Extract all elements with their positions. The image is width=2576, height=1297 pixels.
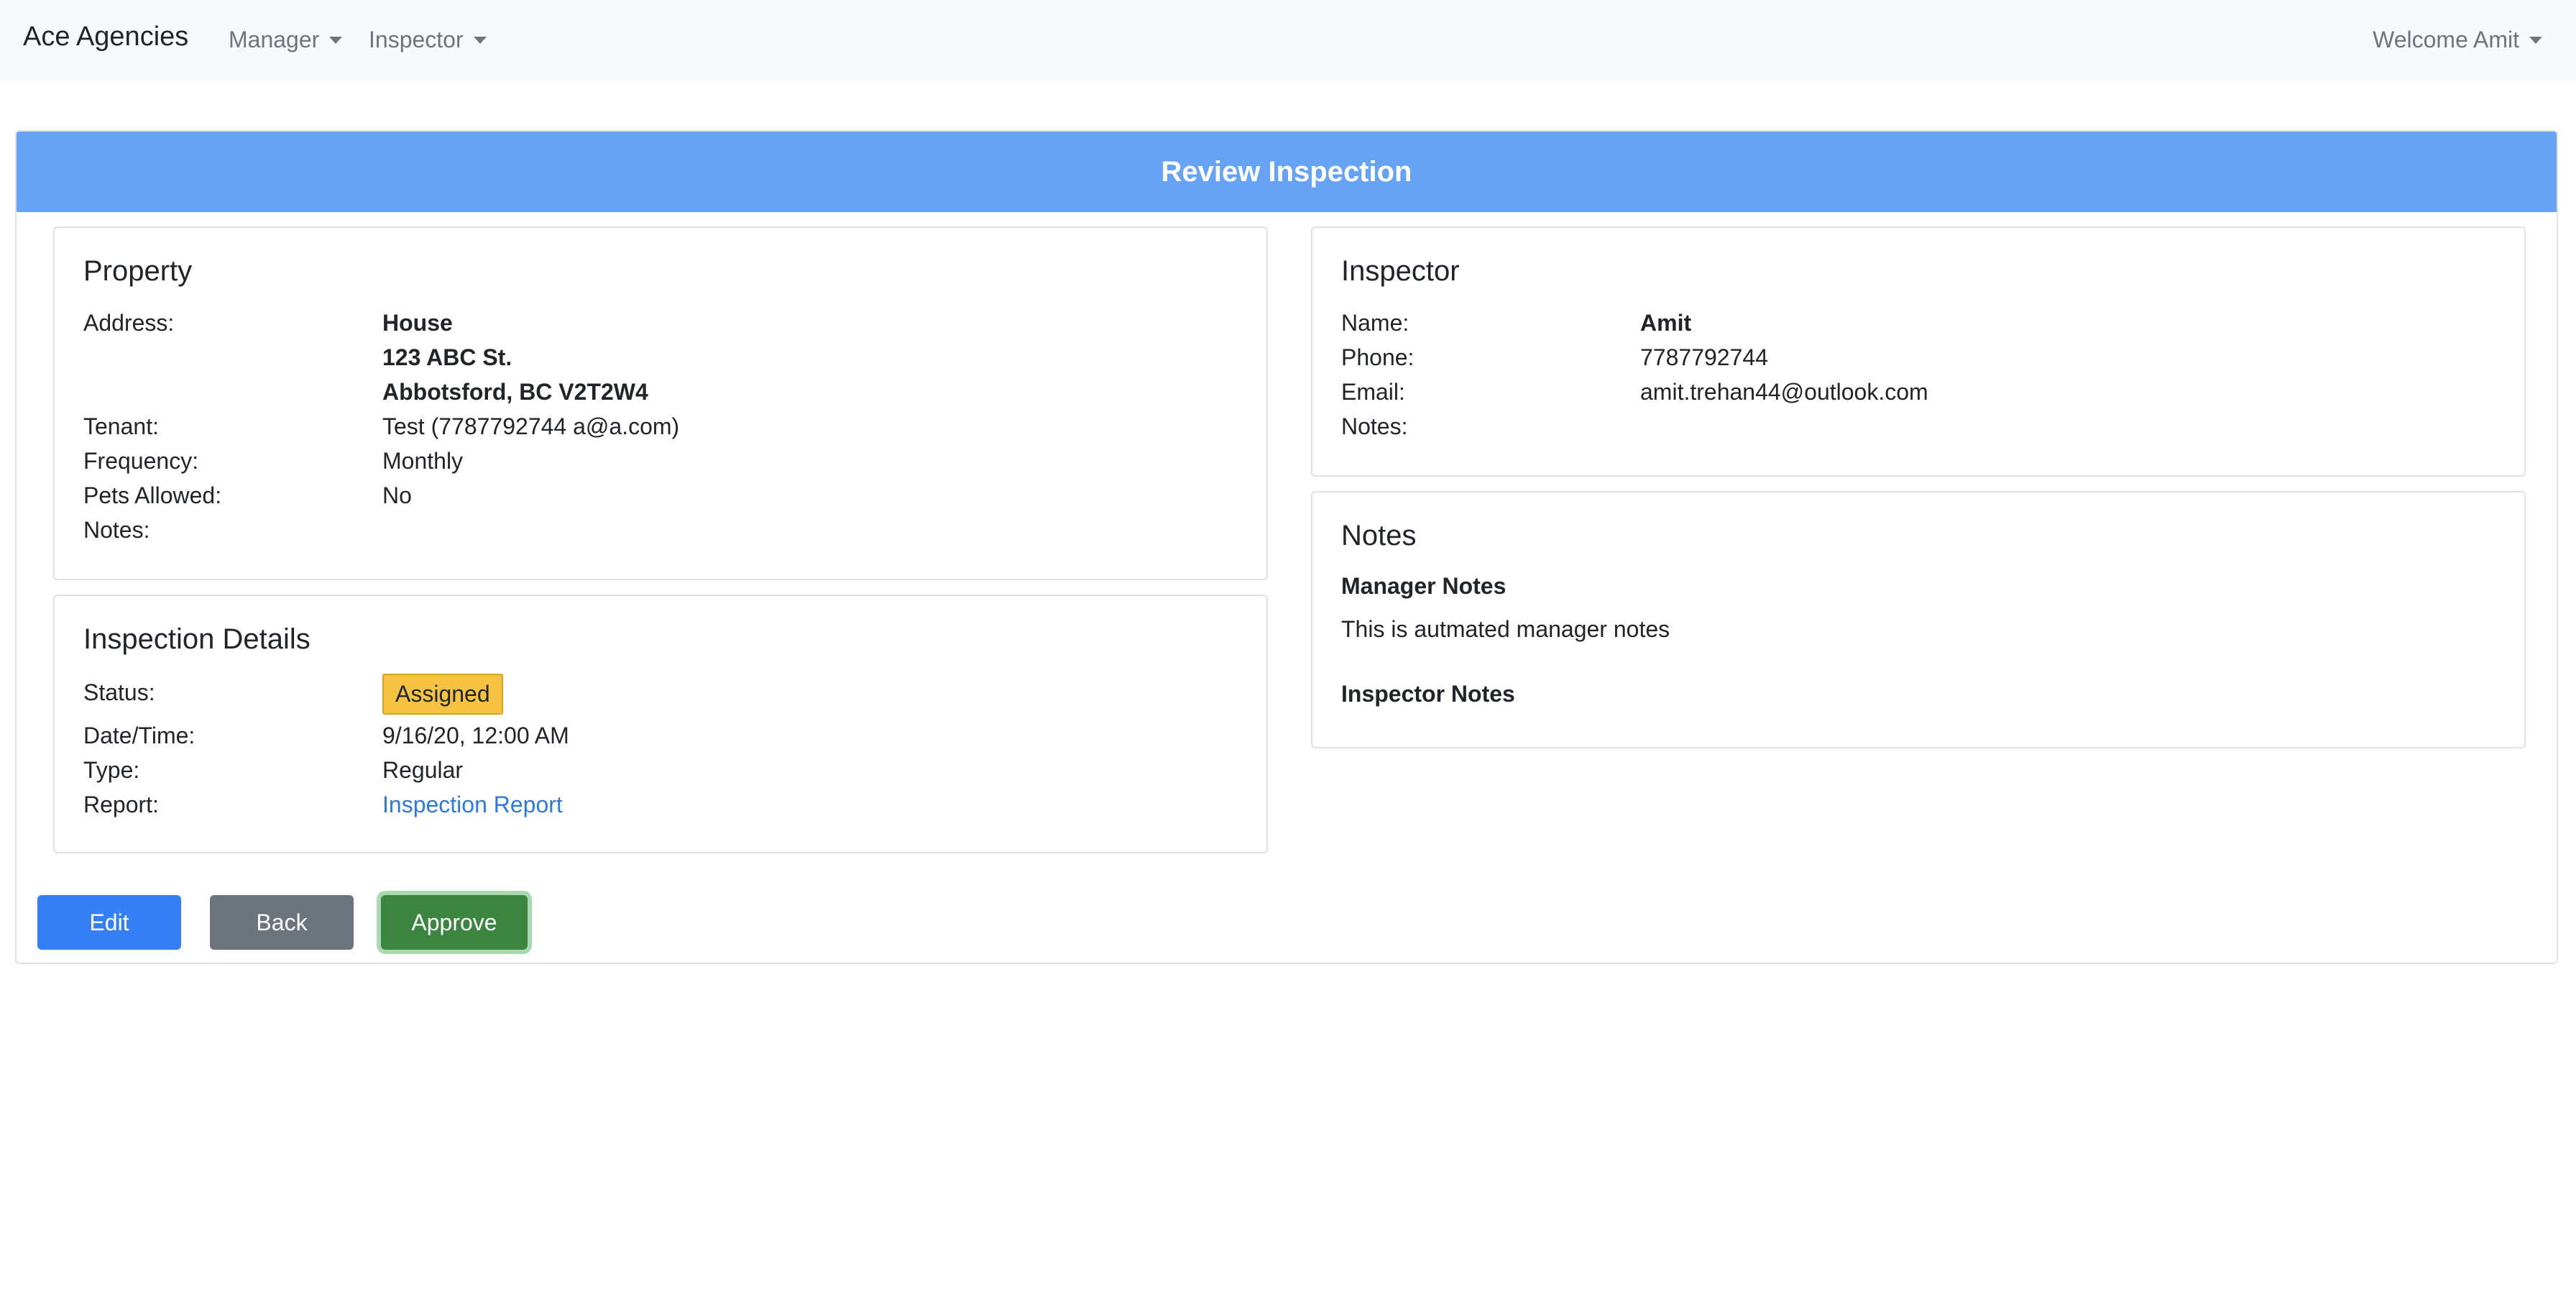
frequency-label: Frequency: — [83, 448, 199, 474]
tenant-label: Tenant: — [83, 413, 159, 439]
user-menu-dropdown[interactable]: Welcome Amit — [2373, 27, 2542, 53]
property-title: Property — [83, 255, 193, 287]
inspection-details-title: Inspection Details — [83, 623, 310, 655]
edit-button[interactable]: Edit — [37, 895, 181, 950]
type-value: Regular — [382, 757, 464, 783]
status-label: Status: — [83, 679, 155, 705]
approve-button[interactable]: Approve — [381, 895, 528, 950]
pets-label: Pets Allowed: — [83, 482, 222, 508]
address-line1: House — [382, 310, 453, 336]
pets-value: No — [382, 482, 412, 508]
nav-inspector-dropdown[interactable]: Inspector — [369, 27, 487, 53]
user-menu-label: Welcome Amit — [2373, 27, 2519, 52]
notes-card: Notes Manager Notes This is autmated man… — [1311, 491, 2526, 748]
inspector-phone-label: Phone: — [1341, 344, 1414, 370]
inspector-title: Inspector — [1341, 255, 1460, 287]
inspection-details-card: Inspection Details Status: Assigned Date… — [53, 595, 1268, 853]
nav-manager-label: Manager — [229, 27, 320, 52]
status-badge: Assigned — [382, 674, 503, 715]
navbar: Ace Agencies Manager Inspector Welcome A… — [0, 0, 2576, 81]
brand-link[interactable]: Ace Agencies — [23, 22, 188, 52]
inspection-report-link[interactable]: Inspection Report — [382, 792, 563, 818]
report-label: Report: — [83, 792, 159, 817]
property-card: Property Address: House 123 ABC St. Abbo… — [53, 226, 1268, 580]
frequency-value: Monthly — [382, 448, 464, 474]
notes-title: Notes — [1341, 520, 1417, 551]
manager-notes-heading: Manager Notes — [1341, 573, 1506, 599]
review-inspection-card: Review Inspection Property Address: Hous… — [15, 130, 2558, 964]
inspector-card: Inspector Name: Amit Phone: 7787792744 E… — [1311, 226, 2526, 477]
property-notes-label: Notes: — [83, 517, 150, 543]
inspector-name-value: Amit — [1640, 310, 1692, 336]
caret-down-icon — [2529, 36, 2542, 44]
datetime-label: Date/Time: — [83, 723, 196, 748]
inspector-notes-heading: Inspector Notes — [1341, 681, 1515, 707]
inspector-phone-value: 7787792744 — [1640, 344, 1768, 370]
address-line2: 123 ABC St. — [382, 344, 512, 370]
datetime-value: 9/16/20, 12:00 AM — [382, 723, 569, 748]
manager-notes-text: This is autmated manager notes — [1341, 616, 1670, 642]
back-button[interactable]: Back — [210, 895, 354, 950]
tenant-value: Test (7787792744 a@a.com) — [382, 413, 680, 439]
address-line3: Abbotsford, BC V2T2W4 — [382, 379, 648, 405]
nav-inspector-label: Inspector — [369, 27, 464, 52]
inspector-email-value: amit.trehan44@outlook.com — [1640, 379, 1928, 405]
type-label: Type: — [83, 757, 140, 783]
nav-manager-dropdown[interactable]: Manager — [229, 27, 343, 53]
caret-down-icon — [329, 36, 343, 44]
inspector-name-label: Name: — [1341, 310, 1409, 336]
inspector-email-label: Email: — [1341, 379, 1405, 405]
address-label: Address: — [83, 310, 175, 336]
page-title: Review Inspection — [17, 132, 2557, 212]
caret-down-icon — [473, 36, 487, 44]
inspector-notes-label: Notes: — [1341, 413, 1408, 439]
